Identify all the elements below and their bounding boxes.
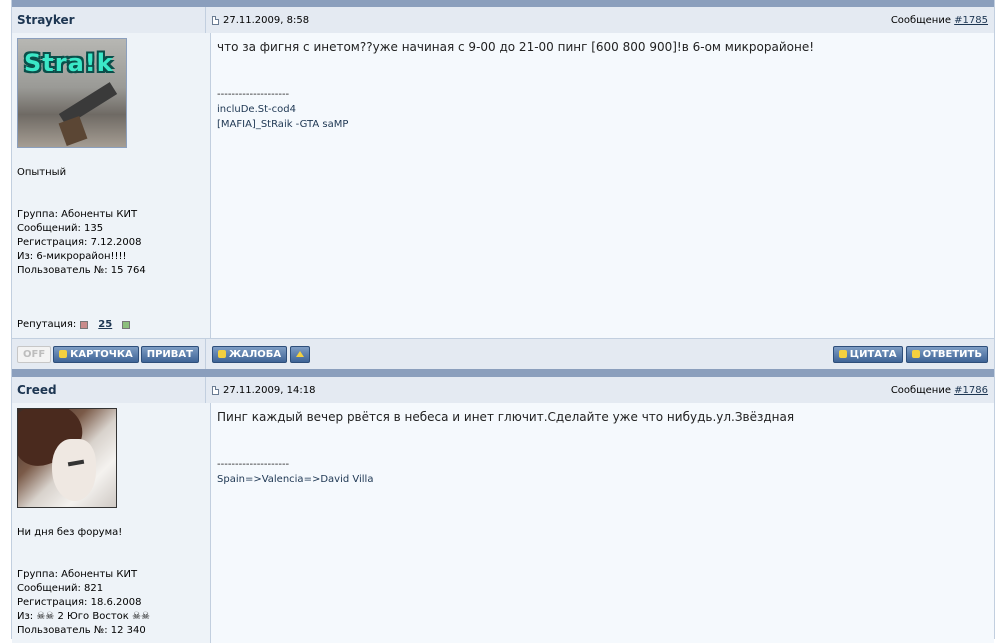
user-details: Группа: Абоненты КИТ Сообщений: 135 Реги… <box>17 208 205 278</box>
post-number-link[interactable]: #1786 <box>954 385 988 396</box>
user-group: Группа: Абоненты КИТ <box>17 209 138 220</box>
post-text: что за фигня с инетом??уже начиная с 9-0… <box>217 40 815 54</box>
user-registration: Регистрация: 18.6.2008 <box>17 597 142 608</box>
post-number-block: Сообщение #1785 <box>891 15 988 26</box>
quote-label: ЦИТАТА <box>849 348 897 360</box>
private-message-button[interactable]: ПРИВАТ <box>140 345 199 363</box>
post-separator <box>12 0 994 7</box>
scroll-top-button[interactable] <box>290 345 311 363</box>
user-location: Из: ☠☠ 2 Юго Восток ☠☠ <box>17 611 150 622</box>
post-number-label: Сообщение <box>890 14 951 26</box>
avatar: Stra!k <box>17 38 127 148</box>
profile-card-button[interactable]: КАРТОЧКА <box>53 345 139 363</box>
post-body-row: Stra!k Опытный Группа: Абоненты КИТ Сооб… <box>12 33 994 338</box>
reputation-plus-icon[interactable] <box>122 320 131 329</box>
post-date: 27.11.2009, 8:58 <box>223 14 310 26</box>
user-message-count: Сообщений: 135 <box>17 223 104 234</box>
post-number-label: Сообщение <box>890 384 951 396</box>
user-location: Из: 6-микрорайон!!!! <box>17 251 127 262</box>
signature: -------------------- Spain=>Valencia=>Da… <box>217 457 988 487</box>
post-number-link[interactable]: #1785 <box>954 15 988 26</box>
user-icon <box>59 350 68 358</box>
author-actions: OFF КАРТОЧКА ПРИВАТ <box>12 339 206 369</box>
post-number-block: Сообщение #1786 <box>891 385 988 396</box>
signature-line-1: Spain=>Valencia=>David Villa <box>217 474 374 485</box>
user-rank: Ни дня без форума! <box>17 527 123 538</box>
warning-icon <box>218 350 226 358</box>
signature-divider: -------------------- <box>217 459 290 470</box>
avatar-logo-text: Stra!k <box>24 49 114 77</box>
reply-label: ОТВЕТИТЬ <box>922 348 982 360</box>
post-content: Пинг каждый вечер рвётся в небеса и инет… <box>211 403 994 643</box>
quote-icon <box>911 350 920 358</box>
reputation: Репутация: 25 <box>17 319 131 330</box>
reputation-minus-icon[interactable] <box>80 320 89 329</box>
signature-divider: -------------------- <box>217 89 290 100</box>
post-content: что за фигня с инетом??уже начиная с 9-0… <box>211 33 994 338</box>
post-footer: OFF КАРТОЧКА ПРИВАТ ЖАЛОБА ЦИТАТА ОТВЕТИ… <box>12 338 994 369</box>
forum-topic: Strayker 27.11.2009, 8:58 Сообщение #178… <box>11 0 995 643</box>
post-document-icon[interactable] <box>212 15 219 25</box>
author-info: Stra!k Опытный Группа: Абоненты КИТ Сооб… <box>12 33 211 338</box>
post-header: Strayker 27.11.2009, 8:58 Сообщение #178… <box>12 7 994 33</box>
reputation-value[interactable]: 25 <box>98 319 112 330</box>
reply-button[interactable]: ОТВЕТИТЬ <box>905 345 988 363</box>
author-name[interactable]: Creed <box>17 383 57 397</box>
author-header: Creed <box>12 377 206 403</box>
plus-icon <box>838 350 847 358</box>
signature-line-2: [MAFIA]_StRaik -GTA saMP <box>217 119 349 130</box>
post-meta: 27.11.2009, 8:58 Сообщение #1785 <box>206 7 994 33</box>
report-button[interactable]: ЖАЛОБА <box>212 345 288 363</box>
avatar-face-shape <box>52 439 96 501</box>
quote-button[interactable]: ЦИТАТА <box>832 345 903 363</box>
user-rank: Опытный <box>17 167 67 178</box>
user-registration: Регистрация: 7.12.2008 <box>17 237 142 248</box>
user-message-count: Сообщений: 821 <box>17 583 104 594</box>
post-meta: 27.11.2009, 14:18 Сообщение #1786 <box>206 377 994 403</box>
avatar <box>17 408 117 508</box>
post-body-row: Ни дня без форума! Группа: Абоненты КИТ … <box>12 403 994 643</box>
post-actions-right: ЦИТАТА ОТВЕТИТЬ <box>832 345 988 363</box>
post-actions: ЖАЛОБА ЦИТАТА ОТВЕТИТЬ <box>206 339 994 369</box>
post-date-block: 27.11.2009, 14:18 <box>212 385 315 396</box>
signature: -------------------- incluDe.St-cod4 [MA… <box>217 87 988 132</box>
user-group: Группа: Абоненты КИТ <box>17 569 138 580</box>
post-header: Creed 27.11.2009, 14:18 Сообщение #1786 <box>12 377 994 403</box>
post-date: 27.11.2009, 14:18 <box>223 384 316 396</box>
post-text: Пинг каждый вечер рвётся в небеса и инет… <box>217 410 795 424</box>
reputation-label: Репутация: <box>17 319 77 330</box>
online-status-button[interactable]: OFF <box>17 345 52 363</box>
post-date-block: 27.11.2009, 8:58 <box>212 15 309 26</box>
author-name[interactable]: Strayker <box>17 13 75 27</box>
user-number: Пользователь №: 12 340 <box>17 625 146 636</box>
profile-card-label: КАРТОЧКА <box>70 348 133 360</box>
author-header: Strayker <box>12 7 206 33</box>
post-actions-left: ЖАЛОБА <box>212 345 311 363</box>
report-label: ЖАЛОБА <box>229 348 282 360</box>
signature-line-1: incluDe.St-cod4 <box>217 104 296 115</box>
author-info: Ни дня без форума! Группа: Абоненты КИТ … <box>12 403 211 643</box>
user-details: Группа: Абоненты КИТ Сообщений: 821 Реги… <box>17 568 205 638</box>
post-separator <box>12 369 994 377</box>
post-document-icon[interactable] <box>212 385 219 395</box>
user-number: Пользователь №: 15 764 <box>17 265 146 276</box>
arrow-up-icon <box>296 351 305 357</box>
